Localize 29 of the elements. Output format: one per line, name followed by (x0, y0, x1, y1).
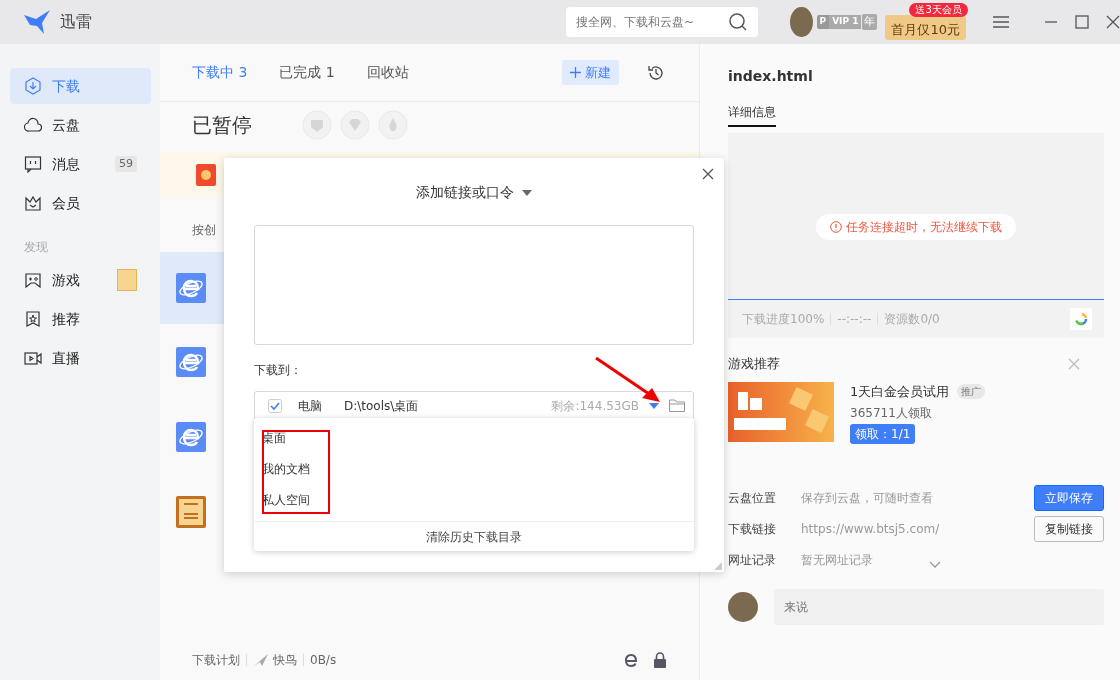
speed-label: 0B/s (310, 652, 337, 669)
vip-year-badge: 年 (862, 13, 878, 31)
field-value: 保存到云盘，可随时查看 (801, 489, 933, 507)
field-value: 暂无网址记录 (801, 551, 873, 569)
claim-count: 365711人领取 (850, 405, 933, 422)
path-value: D:\tools\桌面 (344, 397, 419, 415)
field-label: 云盘位置 (728, 489, 777, 507)
field-label: 下载链接 (728, 520, 777, 538)
progress-label: 下载进度100% (742, 311, 825, 328)
app-name: 迅雷 (60, 11, 92, 33)
file-title: index.html (728, 67, 814, 86)
field-value: https://www.btsj5.com/ (801, 520, 940, 538)
section-label: 发现 (23, 239, 49, 256)
promo-tag: 推广 (957, 383, 986, 399)
promo-bubble: 送3天会员 (909, 2, 968, 17)
section-heading: 游戏推荐 (728, 355, 780, 373)
game-title: 1天白金会员试用 (850, 382, 950, 401)
device-label: 电脑 (298, 397, 322, 415)
vip-p-badge: P (816, 15, 830, 29)
status-title: 已暂停 (192, 112, 252, 139)
count-badge: 59 (115, 155, 137, 173)
source-count: 资源数0/0 (884, 311, 940, 328)
time-remaining: --:--:-- (837, 311, 872, 328)
free-space: 剩余:144.53GB (551, 397, 639, 415)
vip-level-badge: VIP 1 (829, 15, 862, 29)
error-message: 任务连接超时，无法继续下载 (816, 214, 1016, 240)
save-to-label: 下载到： (254, 362, 303, 379)
field-label: 网址记录 (728, 551, 777, 569)
sort-label: 按创 (191, 222, 217, 239)
